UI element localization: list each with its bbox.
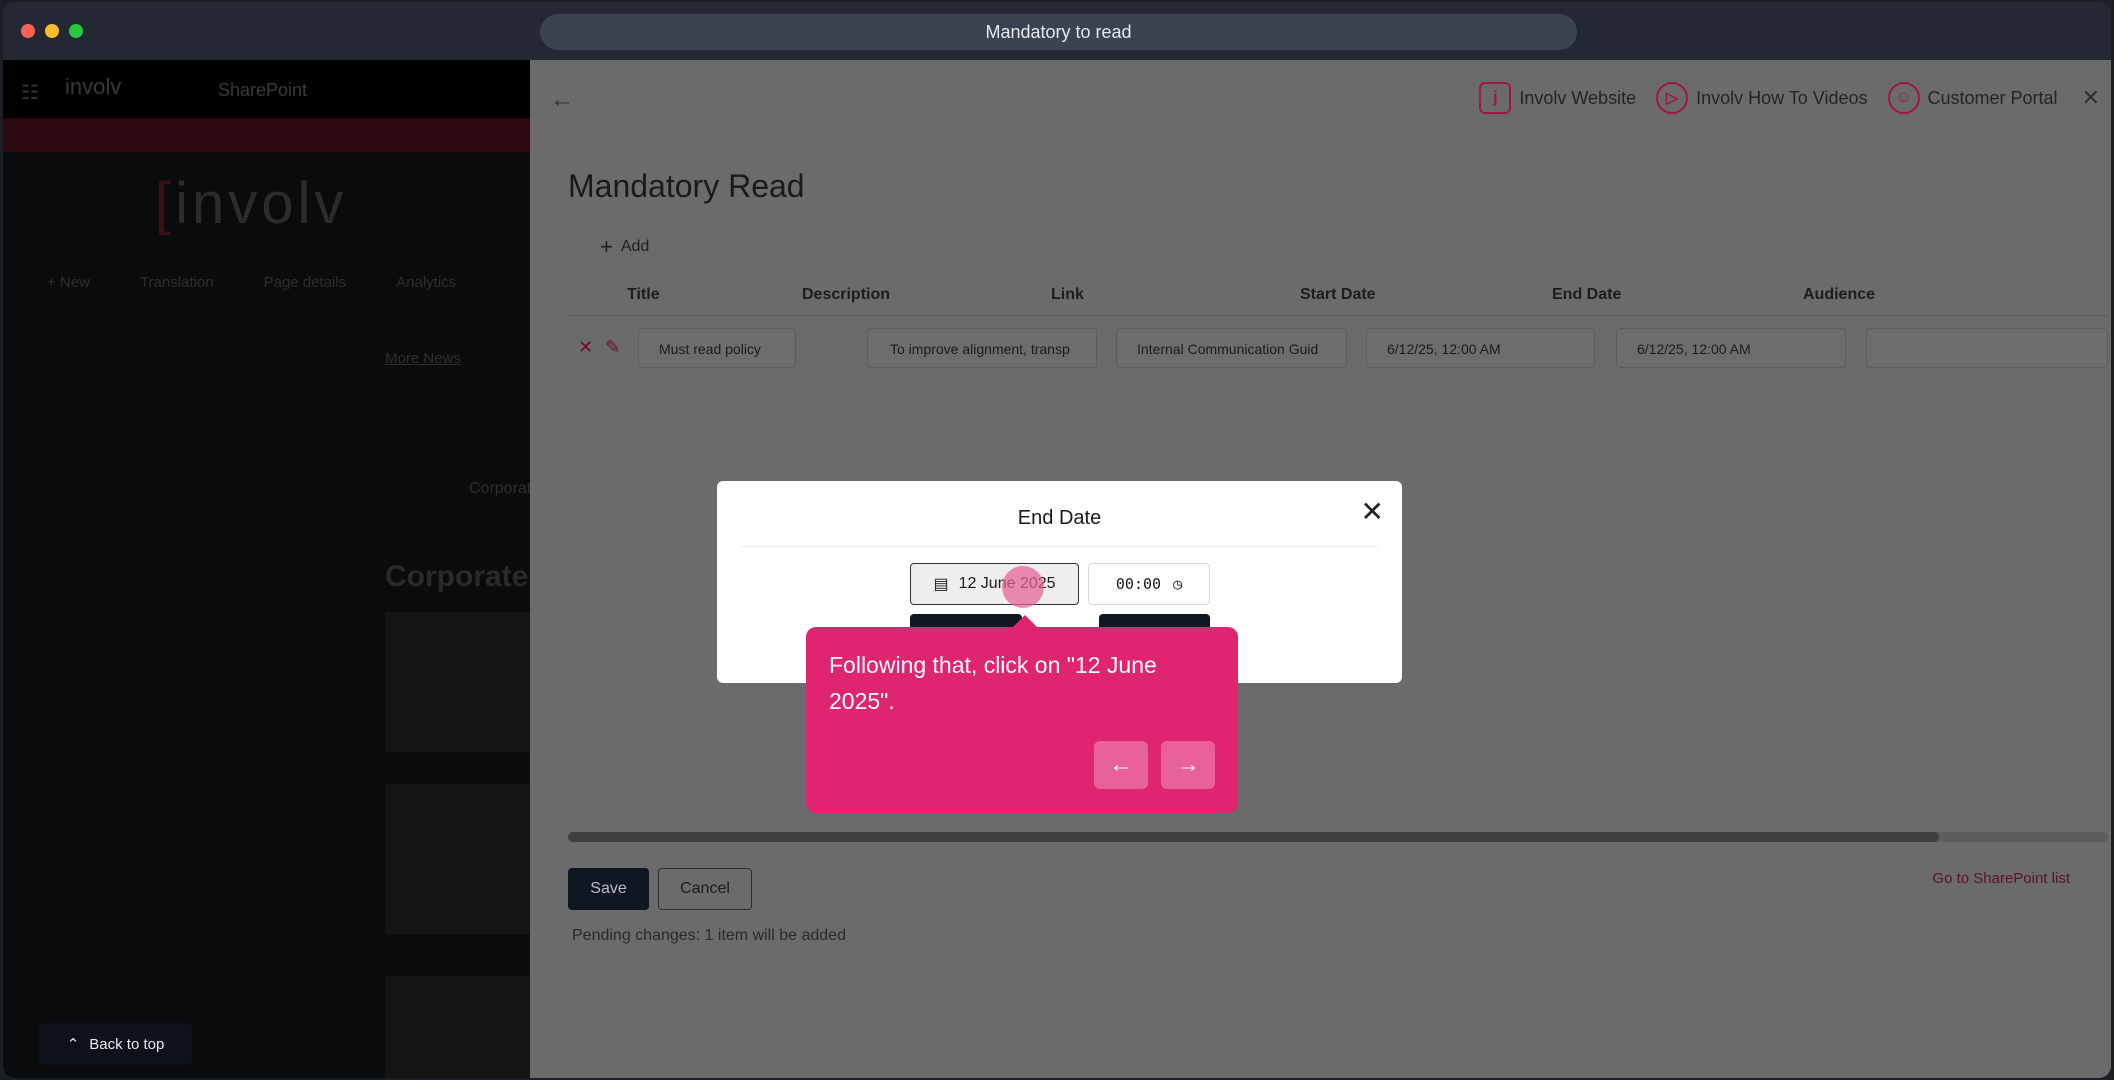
cancel-button[interactable]: Cancel [658, 868, 752, 910]
news-thumbnail [385, 976, 530, 1078]
title-bar: Mandatory to read [3, 2, 2111, 60]
column-header-end-date: End Date [1552, 286, 1622, 303]
back-to-top-button[interactable]: ⌃ Back to top [39, 1023, 192, 1065]
previous-step-button[interactable]: ← [1094, 741, 1148, 789]
brand-logo-small: involv [65, 74, 122, 99]
next-step-button[interactable]: → [1161, 741, 1215, 789]
save-button[interactable]: Save [568, 868, 649, 910]
add-item-button[interactable]: + Add [600, 234, 649, 260]
go-to-sharepoint-link[interactable]: Go to SharePoint list [1932, 870, 2070, 887]
cell-title[interactable]: Must read policy [638, 328, 796, 368]
background-sharepoint-page: ☷ involv SharePoint [involv + New Transl… [3, 60, 530, 1078]
app-launcher-icon: ☷ [21, 82, 39, 104]
horizontal-scrollbar[interactable] [568, 832, 2108, 842]
tooltip-text: Following that, click on "12 June 2025". [829, 652, 1157, 714]
column-header-link: Link [1051, 286, 1084, 303]
command-new: + New [47, 274, 90, 291]
page-title: Mandatory Read [568, 168, 805, 204]
play-icon: ▷ [1656, 82, 1689, 114]
minimize-window-button[interactable] [45, 24, 59, 38]
arrow-right-icon: → [1176, 751, 1200, 778]
close-dialog-icon[interactable]: ✕ [1361, 495, 1384, 528]
command-analytics: Analytics [396, 274, 457, 291]
command-bar: + New Translation Page details Analytics [47, 274, 456, 291]
time-input[interactable]: 00:00 ◷ [1088, 563, 1210, 605]
column-header-description: Description [802, 286, 891, 303]
user-icon: ☺ [1887, 82, 1920, 114]
app-window: Mandatory to read ☷ involv SharePoint [i… [3, 2, 2111, 1078]
guide-tooltip: Following that, click on "12 June 2025".… [806, 615, 1238, 813]
site-logo: [involv [155, 171, 348, 236]
time-value: 00:00 [1115, 575, 1162, 593]
cell-description[interactable]: To improve alignment, transp [867, 328, 1097, 368]
site-logo-text: involv [175, 171, 348, 236]
clock-icon: ◷ [1173, 575, 1183, 593]
customer-portal-link[interactable]: ☺ Customer Portal [1887, 82, 2058, 114]
tooltip-arrow [1013, 615, 1037, 627]
site-banner [3, 118, 530, 152]
top-nav: j Involv Website ▷ Involv How To Videos … [1479, 82, 2100, 114]
how-to-videos-label: Involv How To Videos [1696, 87, 1868, 108]
corporate-tab: Corporat [469, 480, 530, 497]
column-header-audience: Audience [1803, 286, 1876, 303]
cell-audience[interactable] [1866, 328, 2108, 368]
command-translation: Translation [139, 274, 214, 291]
close-window-button[interactable] [21, 24, 35, 38]
grid-header: Title Description Link Start Date End Da… [568, 286, 2108, 316]
pending-changes-text: Pending changes: 1 item will be added [572, 927, 846, 944]
involv-website-label: Involv Website [1519, 87, 1637, 108]
cell-start-date[interactable]: 6/12/25, 12:00 AM [1366, 328, 1595, 368]
click-indicator [1002, 566, 1044, 608]
more-news-link: More News [385, 350, 461, 367]
suite-bar: ☷ involv SharePoint [3, 60, 530, 118]
scrollbar-thumb[interactable] [568, 832, 1939, 842]
cell-link[interactable]: Internal Communication Guid [1116, 328, 1347, 368]
chevron-up-icon: ⌃ [66, 1036, 80, 1053]
add-label: Add [620, 238, 650, 255]
news-thumbnail [385, 784, 530, 934]
edit-pencil-icon[interactable]: ✎ [605, 337, 620, 358]
maximize-window-button[interactable] [69, 24, 83, 38]
customer-portal-label: Customer Portal [1927, 87, 2058, 108]
arrow-left-icon: ← [1109, 751, 1133, 778]
window-title: Mandatory to read [540, 14, 1577, 50]
date-picker-button[interactable]: ▤ 12 June 2025 [910, 563, 1079, 605]
dialog-title: End Date [1017, 507, 1102, 529]
calendar-icon: ▤ [933, 576, 949, 593]
corporate-heading: Corporate [385, 560, 529, 593]
dialog-divider [741, 546, 1378, 547]
news-thumbnail [385, 612, 530, 752]
delete-row-icon[interactable]: ✕ [578, 337, 593, 358]
involv-logo-icon: j [1479, 82, 1512, 114]
command-page-details: Page details [263, 274, 347, 291]
sharepoint-label: SharePoint [218, 80, 308, 100]
involv-website-link[interactable]: j Involv Website [1479, 82, 1636, 114]
column-header-title: Title [627, 286, 660, 303]
close-panel-icon[interactable]: ✕ [2082, 85, 2100, 111]
column-header-start-date: Start Date [1300, 286, 1376, 303]
how-to-videos-link[interactable]: ▷ Involv How To Videos [1656, 82, 1868, 114]
plus-icon: + [600, 234, 613, 259]
row-actions: ✕ ✎ [578, 337, 620, 358]
back-to-top-label: Back to top [89, 1035, 165, 1053]
cell-end-date[interactable]: 6/12/25, 12:00 AM [1616, 328, 1846, 368]
back-arrow-icon[interactable]: ← [550, 86, 574, 114]
